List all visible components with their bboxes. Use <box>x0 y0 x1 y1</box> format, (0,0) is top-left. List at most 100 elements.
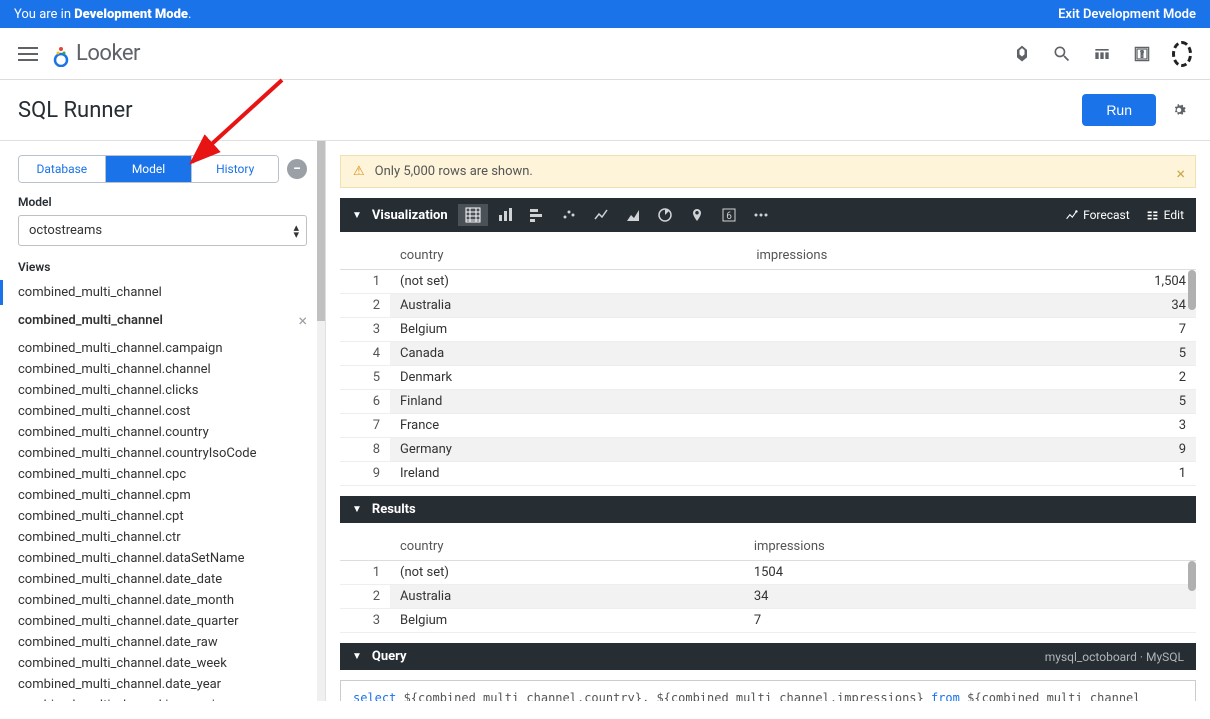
field-item[interactable]: combined_multi_channel.cpt <box>0 506 325 527</box>
view-item[interactable]: combined_multi_channel <box>0 280 325 305</box>
field-item[interactable]: combined_multi_channel.ctr <box>0 527 325 548</box>
logo-text: Looker <box>76 41 140 66</box>
table-scrollbar[interactable] <box>1188 561 1196 633</box>
viz-scatter-icon[interactable] <box>554 204 584 226</box>
logo[interactable]: Looker <box>52 41 140 66</box>
chevron-down-icon[interactable]: ▼ <box>352 651 362 662</box>
viz-single-value-icon[interactable]: 6 <box>714 204 744 226</box>
model-label: Model <box>0 195 325 215</box>
tab-model[interactable]: Model <box>106 156 193 182</box>
table-row[interactable]: 3Belgium7 <box>340 609 1196 633</box>
field-item[interactable]: combined_multi_channel.date_year <box>0 674 325 695</box>
warning-text: Only 5,000 rows are shown. <box>375 164 533 179</box>
field-item[interactable]: combined_multi_channel.cost <box>0 401 325 422</box>
cell-impressions: 7 <box>746 318 1196 342</box>
viz-pie-icon[interactable] <box>650 204 680 226</box>
table-row[interactable]: 1(not set)1,504 <box>340 270 1196 294</box>
field-item[interactable]: combined_multi_channel.date_raw <box>0 632 325 653</box>
field-item[interactable]: combined_multi_channel.cpm <box>0 485 325 506</box>
table-row[interactable]: 3Belgium7 <box>340 318 1196 342</box>
run-button[interactable]: Run <box>1082 94 1156 126</box>
column-header-country[interactable]: country <box>390 242 746 270</box>
results-table: country impressions 1(not set)15042Austr… <box>340 533 1196 633</box>
user-avatar[interactable] <box>1172 44 1192 64</box>
select-arrows-icon: ▴▾ <box>293 224 299 238</box>
field-item[interactable]: combined_multi_channel.date_quarter <box>0 611 325 632</box>
row-number: 1 <box>340 561 390 585</box>
column-header-impressions[interactable]: impressions <box>744 533 1196 561</box>
viz-table-icon[interactable] <box>458 204 488 226</box>
menu-icon[interactable] <box>18 47 38 61</box>
field-item[interactable]: combined_multi_channel.cpc <box>0 464 325 485</box>
query-bar: ▼ Query mysql_octoboard · MySQL <box>340 643 1196 670</box>
results-label[interactable]: Results <box>372 502 416 517</box>
field-item[interactable]: combined_multi_channel.clicks <box>0 380 325 401</box>
column-header-impressions[interactable]: impressions <box>746 242 1196 270</box>
close-icon[interactable]: × <box>298 311 307 330</box>
field-item[interactable]: combined_multi_channel.country <box>0 422 325 443</box>
field-item[interactable]: combined_multi_channel.date_month <box>0 590 325 611</box>
forecast-link[interactable]: Forecast <box>1065 208 1130 222</box>
table-row[interactable]: 9Ireland1 <box>340 462 1196 486</box>
sql-editor[interactable]: select ${combined_multi_channel.country}… <box>340 680 1196 701</box>
cell-impressions: 34 <box>746 294 1196 318</box>
model-select[interactable]: octostreams <box>18 215 307 246</box>
search-icon[interactable] <box>1052 44 1072 64</box>
visualization-label[interactable]: Visualization <box>372 208 448 223</box>
table-row[interactable]: 2Australia34 <box>340 294 1196 318</box>
views-label: Views <box>0 260 325 280</box>
field-item[interactable]: combined_multi_channel.date_week <box>0 653 325 674</box>
help-icon[interactable]: ? <box>1132 44 1152 64</box>
cell-country: (not set) <box>390 270 746 294</box>
close-icon[interactable]: × <box>1176 164 1185 183</box>
table-row[interactable]: 2Australia34 <box>340 585 1196 609</box>
field-item[interactable]: combined_multi_channel.campaign <box>0 338 325 359</box>
viz-map-icon[interactable] <box>682 204 712 226</box>
collapse-sidebar-icon[interactable]: − <box>287 159 307 179</box>
row-number: 1 <box>340 270 390 294</box>
cell-impressions: 1504 <box>744 561 1196 585</box>
column-header-country[interactable]: country <box>390 533 744 561</box>
docs-icon[interactable] <box>1012 44 1032 64</box>
cell-impressions: 5 <box>746 342 1196 366</box>
row-number: 5 <box>340 366 390 390</box>
viz-area-icon[interactable] <box>618 204 648 226</box>
cell-impressions: 7 <box>744 609 1196 633</box>
table-row[interactable]: 4Canada5 <box>340 342 1196 366</box>
table-scrollbar[interactable] <box>1188 270 1196 486</box>
field-item[interactable]: combined_multi_channel.countryIsoCode <box>0 443 325 464</box>
exit-dev-mode-link[interactable]: Exit Development Mode <box>1058 7 1196 22</box>
svg-text:?: ? <box>1140 49 1145 60</box>
cell-country: Australia <box>390 585 744 609</box>
tab-database[interactable]: Database <box>19 156 106 182</box>
row-number-header <box>340 533 390 561</box>
sidebar-scrollbar[interactable] <box>317 141 325 701</box>
table-row[interactable]: 7France3 <box>340 414 1196 438</box>
table-row[interactable]: 1(not set)1504 <box>340 561 1196 585</box>
chevron-down-icon[interactable]: ▼ <box>352 210 362 221</box>
field-item[interactable]: combined_multi_channel.dataSetName <box>0 548 325 569</box>
dev-mode-bar: You are in Development Mode. Exit Develo… <box>0 0 1210 28</box>
edit-link[interactable]: Edit <box>1146 208 1184 222</box>
table-row[interactable]: 8Germany9 <box>340 438 1196 462</box>
marketplace-icon[interactable] <box>1092 44 1112 64</box>
table-row[interactable]: 6Finland5 <box>340 390 1196 414</box>
table-row[interactable]: 5Denmark2 <box>340 366 1196 390</box>
field-item[interactable]: combined_multi_channel.impressions <box>0 695 325 701</box>
cell-impressions: 1,504 <box>746 270 1196 294</box>
dev-mode-label: You are in Development Mode. <box>14 7 191 22</box>
viz-line-icon[interactable] <box>586 204 616 226</box>
tab-history[interactable]: History <box>192 156 278 182</box>
expanded-view-name[interactable]: combined_multi_channel <box>18 313 163 328</box>
viz-bar-icon[interactable] <box>490 204 520 226</box>
settings-gear-icon[interactable] <box>1170 101 1188 119</box>
chevron-down-icon[interactable]: ▼ <box>352 504 362 515</box>
query-label[interactable]: Query <box>372 649 407 664</box>
cell-country: Germany <box>390 438 746 462</box>
row-number: 3 <box>340 609 390 633</box>
field-item[interactable]: combined_multi_channel.date_date <box>0 569 325 590</box>
viz-column-icon[interactable] <box>522 204 552 226</box>
field-item[interactable]: combined_multi_channel.channel <box>0 359 325 380</box>
viz-more-icon[interactable] <box>746 204 776 226</box>
cell-country: Denmark <box>390 366 746 390</box>
